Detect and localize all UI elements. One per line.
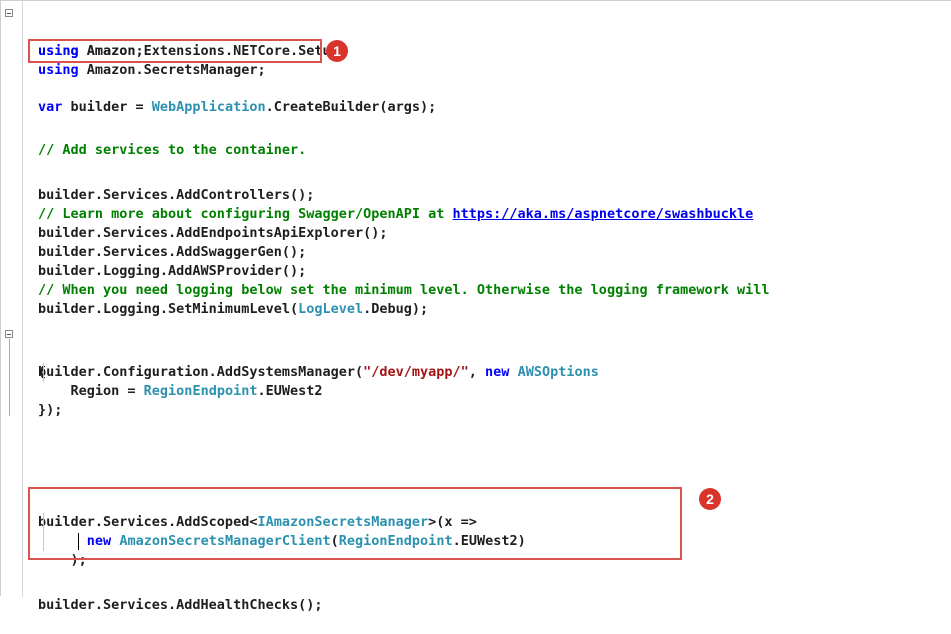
code-line[interactable]: builder.Services.AddHealthChecks(); bbox=[1, 577, 322, 613]
fold-collapse-icon[interactable] bbox=[5, 330, 13, 338]
type-name: RegionEndpoint bbox=[143, 383, 258, 399]
highlight-box-1 bbox=[28, 39, 322, 63]
keyword: new bbox=[485, 364, 510, 380]
code-text: builder.Services.AddEndpointsApiExplorer… bbox=[38, 225, 388, 241]
code-line[interactable]: }); bbox=[1, 382, 62, 418]
highlight-box-2 bbox=[28, 487, 682, 560]
callout-badge-2: 2 bbox=[699, 488, 721, 510]
code-line[interactable]: using Amazon; bbox=[1, 4, 144, 59]
code-line[interactable]: builder.Logging.AddAWSProvider(); bbox=[1, 243, 306, 279]
code-editor[interactable]: using Amazon; using Amazon.Extensions.NE… bbox=[0, 0, 951, 613]
code-text: builder.Logging.SetMinimumLevel( bbox=[38, 301, 299, 317]
code-line[interactable]: var builder = WebApplication.CreateBuild… bbox=[1, 79, 436, 115]
code-text: builder.Configuration.AddSystemsManager( bbox=[38, 364, 364, 380]
comment: // Add services to the container. bbox=[38, 142, 307, 158]
type-name: WebApplication bbox=[151, 99, 266, 115]
string-literal: "/dev/myapp/" bbox=[363, 364, 469, 380]
keyword: var bbox=[38, 99, 63, 115]
code-line[interactable]: builder.Services.AddControllers(); bbox=[1, 167, 314, 203]
code-text: Region = bbox=[38, 383, 144, 399]
comment-link[interactable]: https://aka.ms/aspnetcore/swashbuckle bbox=[453, 206, 754, 222]
code-line[interactable]: builder.Services.AddEndpointsApiExplorer… bbox=[1, 205, 388, 241]
code-text: builder.Services.AddControllers(); bbox=[38, 187, 315, 203]
code-line[interactable]: builder.Services.AddSwaggerGen(); bbox=[1, 224, 306, 260]
keyword: using bbox=[38, 62, 79, 78]
fold-collapse-icon[interactable] bbox=[5, 9, 13, 17]
code-text: builder = bbox=[62, 99, 152, 115]
code-line[interactable]: builder.Logging.SetMinimumLevel(LogLevel… bbox=[1, 281, 428, 317]
code-text: builder.Services.AddSwaggerGen(); bbox=[38, 244, 307, 260]
code-line[interactable]: { bbox=[1, 344, 46, 380]
code-text: Amazon.SecretsManager; bbox=[78, 62, 266, 78]
code-text: .Debug); bbox=[363, 301, 429, 317]
indent-guide bbox=[43, 363, 44, 382]
code-text: .EUWest2 bbox=[257, 383, 323, 399]
type-name: AWSOptions bbox=[517, 364, 599, 380]
code-line[interactable]: // Learn more about configuring Swagger/… bbox=[1, 186, 753, 222]
code-line[interactable]: Region = RegionEndpoint.EUWest2 bbox=[1, 363, 323, 399]
code-text: , bbox=[468, 364, 486, 380]
code-text: builder.Services.AddHealthChecks(); bbox=[38, 597, 323, 613]
code-line[interactable]: builder.Configuration.AddSystemsManager(… bbox=[1, 325, 599, 380]
code-text: }); bbox=[38, 402, 63, 418]
code-line[interactable]: // Add services to the container. bbox=[1, 122, 306, 158]
code-line[interactable]: // When you need logging below set the m… bbox=[1, 262, 770, 298]
callout-badge-1: 1 bbox=[326, 40, 348, 62]
comment: // Learn more about configuring Swagger/… bbox=[38, 206, 453, 222]
type-name: LogLevel bbox=[298, 301, 364, 317]
code-text: builder.Logging.AddAWSProvider(); bbox=[38, 263, 307, 279]
comment: // When you need logging below set the m… bbox=[38, 282, 770, 298]
code-text: .CreateBuilder(args); bbox=[265, 99, 437, 115]
